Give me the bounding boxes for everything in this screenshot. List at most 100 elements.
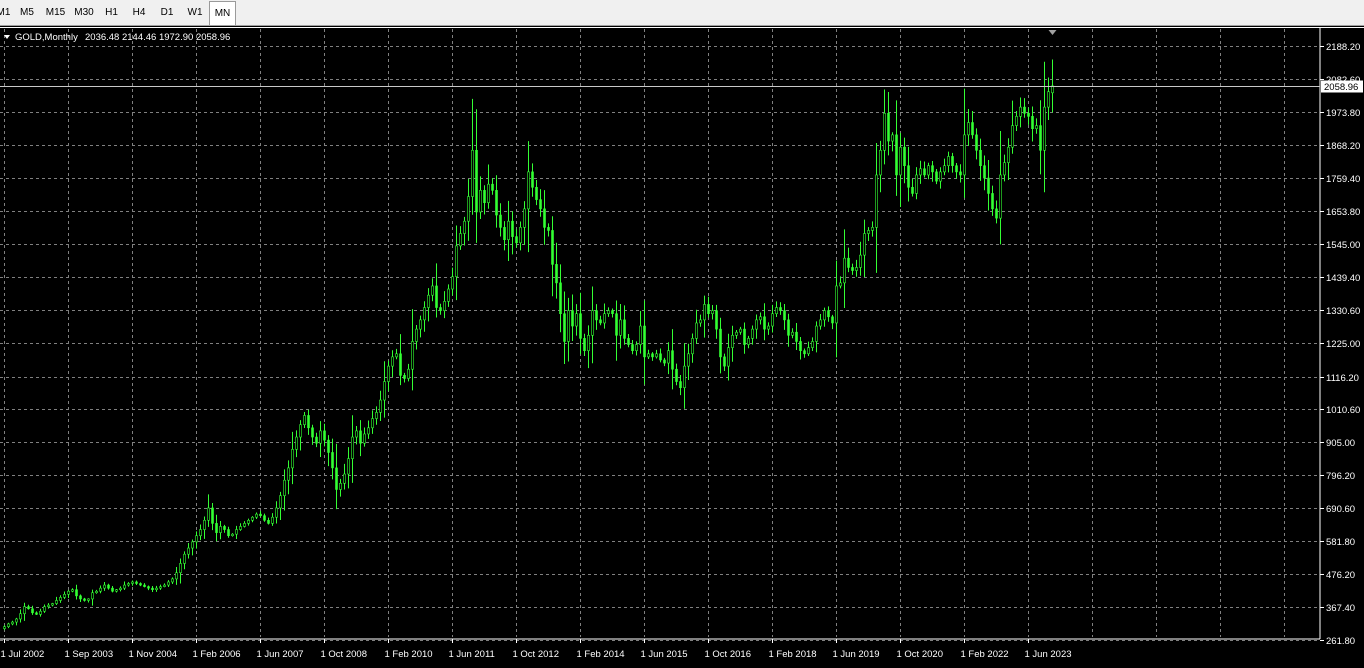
candle-body [979, 149, 982, 167]
time-tick-label: 1 Jun 2019 [833, 649, 880, 660]
candle-body [723, 356, 726, 367]
chart-canvas[interactable]: 2188.202082.601973.801868.201759.401653.… [0, 27, 1364, 663]
candle-body [67, 590, 70, 595]
candle-body [591, 310, 594, 336]
timeframe-d1-button[interactable]: D1 [153, 1, 181, 24]
candle-body [555, 264, 558, 284]
candle-body [215, 523, 218, 533]
candle-body [55, 600, 58, 604]
candle-body [127, 583, 130, 586]
candle-body [1019, 106, 1022, 117]
candle-body [807, 347, 810, 355]
candle-body [631, 344, 634, 352]
candle-body [7, 623, 10, 627]
candle-body [95, 590, 98, 594]
candle-body [395, 353, 398, 358]
candle-body [251, 516, 254, 521]
candle-body [627, 338, 630, 345]
candle-body [883, 112, 886, 151]
candle-body [543, 208, 546, 228]
candle-body [499, 214, 502, 228]
candle-body [727, 347, 730, 367]
candle-body [1047, 91, 1050, 108]
candle-body [335, 467, 338, 490]
candle-body [51, 603, 54, 606]
timeframe-h4-button[interactable]: H4 [125, 1, 153, 24]
candle-body [1043, 106, 1046, 151]
candle-body [411, 341, 414, 370]
candle-body [259, 513, 262, 516]
candle-body [999, 174, 1002, 219]
price-chart[interactable]: 2188.202082.601973.801868.201759.401653.… [0, 27, 1364, 663]
candle-body [843, 257, 846, 284]
candle-body [183, 553, 186, 564]
candle-body [731, 334, 734, 348]
candle-body [91, 592, 94, 600]
candle-body [271, 516, 274, 524]
candle-body [763, 316, 766, 330]
last-bar-marker-icon [1048, 30, 1057, 35]
candle-body [143, 584, 146, 587]
candle-body [139, 583, 142, 586]
candle-body [935, 171, 938, 182]
timeframe-h1-button[interactable]: H1 [98, 1, 125, 24]
price-tick-label: 581.80 [1326, 537, 1355, 548]
candle-body [967, 122, 970, 136]
price-tick-label: 1330.60 [1326, 306, 1360, 317]
candle-body [771, 313, 774, 327]
time-tick-label: 1 Oct 2008 [321, 649, 367, 660]
candle-body [223, 526, 226, 530]
timeframe-mn-button[interactable]: MN [209, 1, 236, 25]
candle-body [579, 313, 582, 339]
price-tick-label: 796.20 [1326, 471, 1355, 482]
candle-body [167, 581, 170, 586]
candle-body [255, 513, 258, 518]
candle-body [863, 233, 866, 256]
candle-body [347, 458, 350, 475]
candle-body [879, 149, 882, 176]
candle-body [803, 350, 806, 355]
candle-body [519, 227, 522, 244]
candle-body [775, 307, 778, 315]
time-tick-label: 1 Oct 2016 [705, 649, 751, 660]
candle-body [699, 319, 702, 324]
timeframe-m1-button[interactable]: M1 [0, 1, 13, 24]
candle-body [363, 433, 366, 444]
candle-body [995, 208, 998, 219]
candle-body [491, 183, 494, 191]
candle-body [859, 254, 862, 268]
candle-body [311, 427, 314, 438]
candle-body [835, 285, 838, 324]
candle-body [11, 621, 14, 625]
candle-body [443, 301, 446, 311]
candle-body [367, 427, 370, 435]
candle-body [507, 220, 510, 241]
candle-body [663, 359, 666, 364]
timeframe-m5-button[interactable]: M5 [13, 1, 41, 24]
candle-body [315, 436, 318, 444]
candle-body [495, 190, 498, 216]
candle-body [79, 595, 82, 600]
candle-body [343, 473, 346, 484]
timeframe-toolbar: M1 M5 M15 M30 H1 H4 D1 W1 MN [0, 0, 1364, 26]
candle-body [659, 353, 662, 361]
candle-body [63, 594, 66, 598]
price-tick-label: 905.00 [1326, 438, 1355, 449]
candle-body [551, 230, 554, 265]
candle-body [291, 449, 294, 469]
candle-body [615, 313, 618, 336]
candle-body [1007, 146, 1010, 163]
candle-body [47, 604, 50, 607]
timeframe-m30-button[interactable]: M30 [70, 1, 98, 24]
timeframe-m15-button[interactable]: M15 [41, 1, 70, 24]
time-tick-label: 1 Nov 2004 [129, 649, 178, 660]
candle-body [987, 177, 990, 194]
candle-body [147, 586, 150, 589]
candle-body [231, 533, 234, 537]
candle-body [479, 190, 482, 213]
candle-body [715, 310, 718, 330]
price-tick-label: 476.20 [1326, 570, 1355, 581]
candle-body [103, 584, 106, 589]
timeframe-w1-button[interactable]: W1 [181, 1, 209, 24]
candle-body [707, 304, 710, 315]
